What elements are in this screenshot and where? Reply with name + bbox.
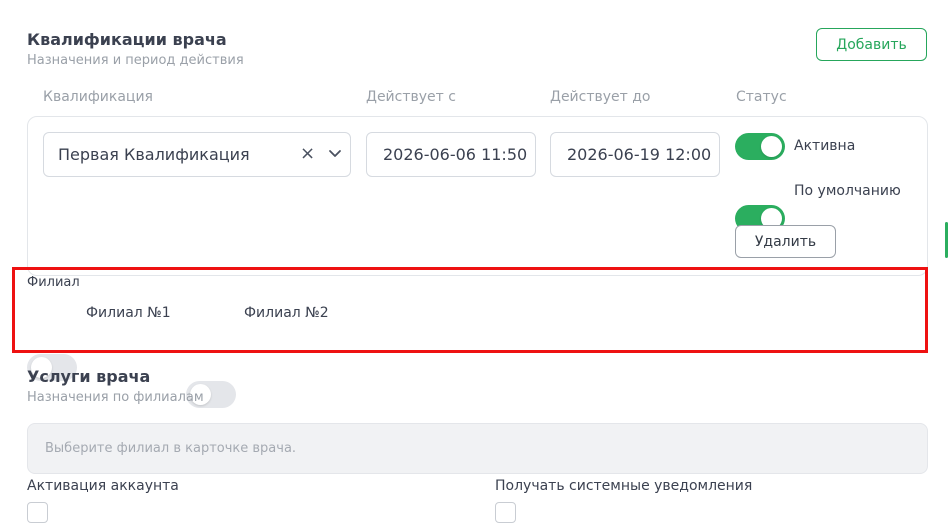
- services-notice: Выберите филиал в карточке врача.: [27, 423, 928, 474]
- column-header-qualification: Квалификация: [43, 89, 153, 105]
- system-notifications-label: Получать системные уведомления: [495, 478, 753, 494]
- account-activation-label: Активация аккаунта: [27, 478, 179, 494]
- column-header-valid-from: Действует с: [366, 89, 456, 105]
- column-header-status: Статус: [736, 89, 787, 105]
- delete-qualification-button[interactable]: Удалить: [735, 225, 836, 258]
- services-subtitle: Назначения по филиалам: [27, 390, 204, 405]
- valid-from-value: 2026-06-06 11:50: [383, 145, 528, 164]
- qualification-select[interactable]: Первая Квалификация ×: [43, 132, 351, 177]
- branch-label: Филиал: [27, 275, 80, 290]
- clear-icon[interactable]: ×: [300, 143, 315, 164]
- branch-2-label: Филиал №2: [244, 305, 329, 321]
- add-qualification-button[interactable]: Добавить: [816, 28, 927, 61]
- toggle-knob: [761, 136, 782, 157]
- valid-from-input[interactable]: 2026-06-06 11:50: [366, 132, 536, 177]
- column-header-valid-to: Действует до: [550, 89, 651, 105]
- default-toggle-label: По умолчанию: [794, 183, 901, 199]
- qualifications-title: Квалификации врача: [27, 30, 227, 49]
- chevron-down-icon[interactable]: [328, 147, 342, 161]
- active-toggle-label: Активна: [794, 138, 856, 154]
- system-notifications-checkbox[interactable]: [495, 502, 516, 523]
- valid-to-input[interactable]: 2026-06-19 12:00: [550, 132, 720, 177]
- services-title: Услуги врача: [27, 367, 151, 386]
- account-activation-checkbox[interactable]: [27, 502, 48, 523]
- qualifications-subtitle: Назначения и период действия: [27, 53, 244, 68]
- branch-1-label: Филиал №1: [86, 305, 171, 321]
- valid-to-value: 2026-06-19 12:00: [567, 145, 712, 164]
- active-toggle[interactable]: [735, 133, 785, 160]
- qualification-select-value: Первая Квалификация: [58, 145, 250, 164]
